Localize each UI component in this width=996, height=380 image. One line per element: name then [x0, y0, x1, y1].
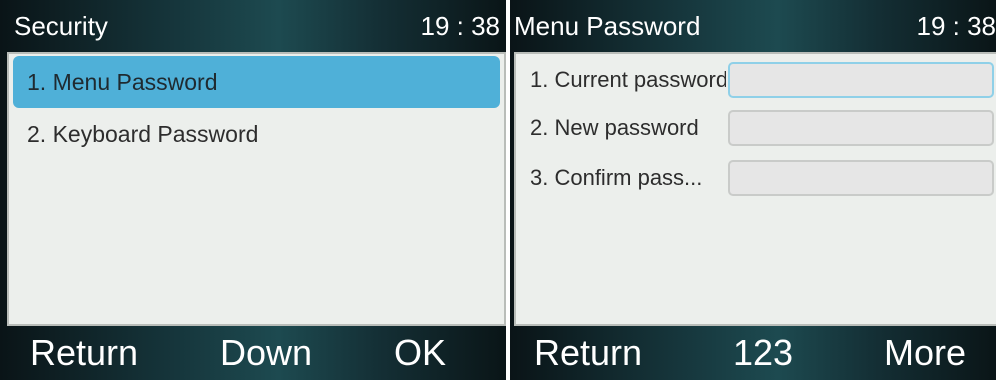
- ok-softkey[interactable]: OK: [394, 332, 446, 374]
- title-bar: Menu Password 19 : 38: [510, 0, 996, 52]
- return-softkey[interactable]: Return: [30, 332, 138, 374]
- menu-list: 1. Menu Password 2. Keyboard Password: [7, 52, 506, 326]
- password-form: 1. Current password 2. New password 3. C…: [514, 52, 996, 326]
- menu-item-label: 1. Menu Password: [27, 68, 218, 95]
- form-row-confirm-password: 3. Confirm pass...: [516, 156, 996, 200]
- menu-password-screen: Menu Password 19 : 38 1. Current passwor…: [510, 0, 996, 380]
- softkey-bar: Return Down OK: [0, 326, 506, 380]
- more-softkey[interactable]: More: [884, 332, 966, 374]
- security-screen: Security 19 : 38 1. Menu Password 2. Key…: [0, 0, 506, 380]
- down-softkey[interactable]: Down: [220, 332, 312, 374]
- screen-title: Menu Password: [514, 10, 701, 41]
- menu-item-menu-password[interactable]: 1. Menu Password: [13, 56, 500, 108]
- form-row-new-password: 2. New password: [516, 106, 996, 150]
- new-password-field[interactable]: [728, 110, 994, 146]
- screen-title: Security: [14, 10, 108, 41]
- softkey-bar: Return 123 More: [510, 326, 996, 380]
- return-softkey[interactable]: Return: [534, 332, 642, 374]
- menu-item-label: 2. Keyboard Password: [27, 120, 259, 147]
- title-bar: Security 19 : 38: [0, 0, 506, 52]
- clock: 19 : 38: [916, 10, 996, 41]
- confirm-password-label: 3. Confirm pass...: [530, 165, 703, 190]
- confirm-password-field[interactable]: [728, 160, 994, 196]
- clock: 19 : 38: [420, 10, 500, 41]
- current-password-field[interactable]: [728, 62, 994, 98]
- input-mode-softkey[interactable]: 123: [733, 332, 793, 374]
- form-row-current-password: 1. Current password: [516, 58, 996, 102]
- menu-item-keyboard-password[interactable]: 2. Keyboard Password: [9, 108, 504, 160]
- new-password-label: 2. New password: [530, 115, 699, 140]
- current-password-label: 1. Current password: [530, 67, 726, 92]
